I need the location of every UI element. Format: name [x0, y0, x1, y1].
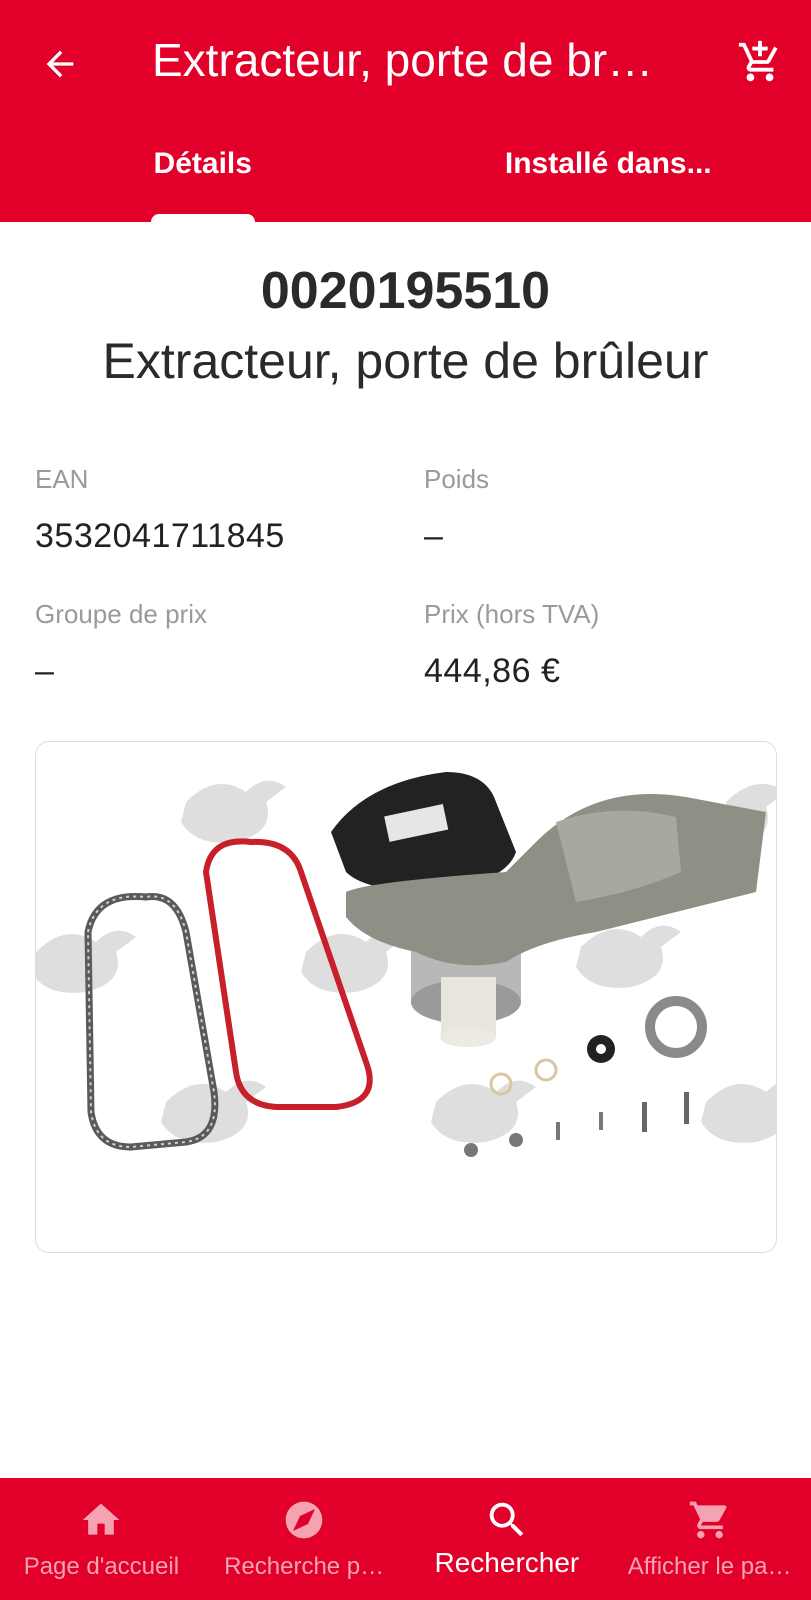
bottom-navigation: Page d'accueil Recherche p… Rechercher A…	[0, 1478, 811, 1600]
nav-cart[interactable]: Afficher le pa…	[608, 1478, 811, 1600]
nav-label: Afficher le pa…	[627, 1553, 792, 1580]
field-label: Poids	[424, 464, 490, 494]
field-value: –	[424, 517, 444, 555]
field-value: 3532041711845	[35, 517, 285, 555]
tab-details[interactable]: Détails	[0, 132, 406, 222]
nav-explore[interactable]: Recherche p…	[203, 1478, 406, 1600]
part-name: Extracteur, porte de brûleur	[102, 333, 709, 389]
field-value: –	[35, 652, 55, 690]
field-label: Groupe de prix	[35, 599, 207, 629]
tab-label: Détails	[153, 147, 252, 180]
nav-label: Page d'accueil	[23, 1553, 180, 1580]
compass-icon	[280, 1496, 328, 1544]
search-icon	[483, 1496, 531, 1544]
arrow-back-icon	[46, 50, 74, 78]
home-icon	[77, 1496, 125, 1544]
field-groupe-prix: Groupe de prix –	[35, 597, 207, 693]
field-ean: EAN 3532041711845	[35, 462, 285, 558]
field-value: 444,86 €	[424, 652, 561, 690]
field-prix: Prix (hors TVA) 444,86 €	[424, 597, 599, 693]
shopping-cart-icon	[686, 1496, 734, 1544]
app-bar: Extracteur, porte de br… Détails Install…	[0, 0, 811, 222]
nav-home[interactable]: Page d'accueil	[0, 1478, 203, 1600]
page-title: Extracteur, porte de br…	[152, 34, 654, 86]
tab-installed-in[interactable]: Installé dans...	[406, 132, 811, 222]
add-shopping-cart-icon	[738, 40, 778, 82]
tab-label: Installé dans...	[504, 147, 712, 180]
add-to-cart-button[interactable]	[734, 36, 786, 88]
tab-indicator	[150, 214, 255, 222]
part-number: 0020195510	[260, 262, 551, 320]
product-image[interactable]	[35, 741, 777, 1253]
product-photo	[36, 772, 776, 1157]
nav-label: Rechercher	[434, 1547, 580, 1578]
back-button[interactable]	[36, 40, 84, 88]
nav-label: Recherche p…	[224, 1553, 385, 1580]
nav-search[interactable]: Rechercher	[406, 1478, 609, 1600]
field-label: Prix (hors TVA)	[424, 599, 600, 629]
field-poids: Poids –	[424, 462, 489, 558]
tab-bar: Détails Installé dans...	[0, 132, 811, 222]
field-label: EAN	[35, 464, 89, 494]
